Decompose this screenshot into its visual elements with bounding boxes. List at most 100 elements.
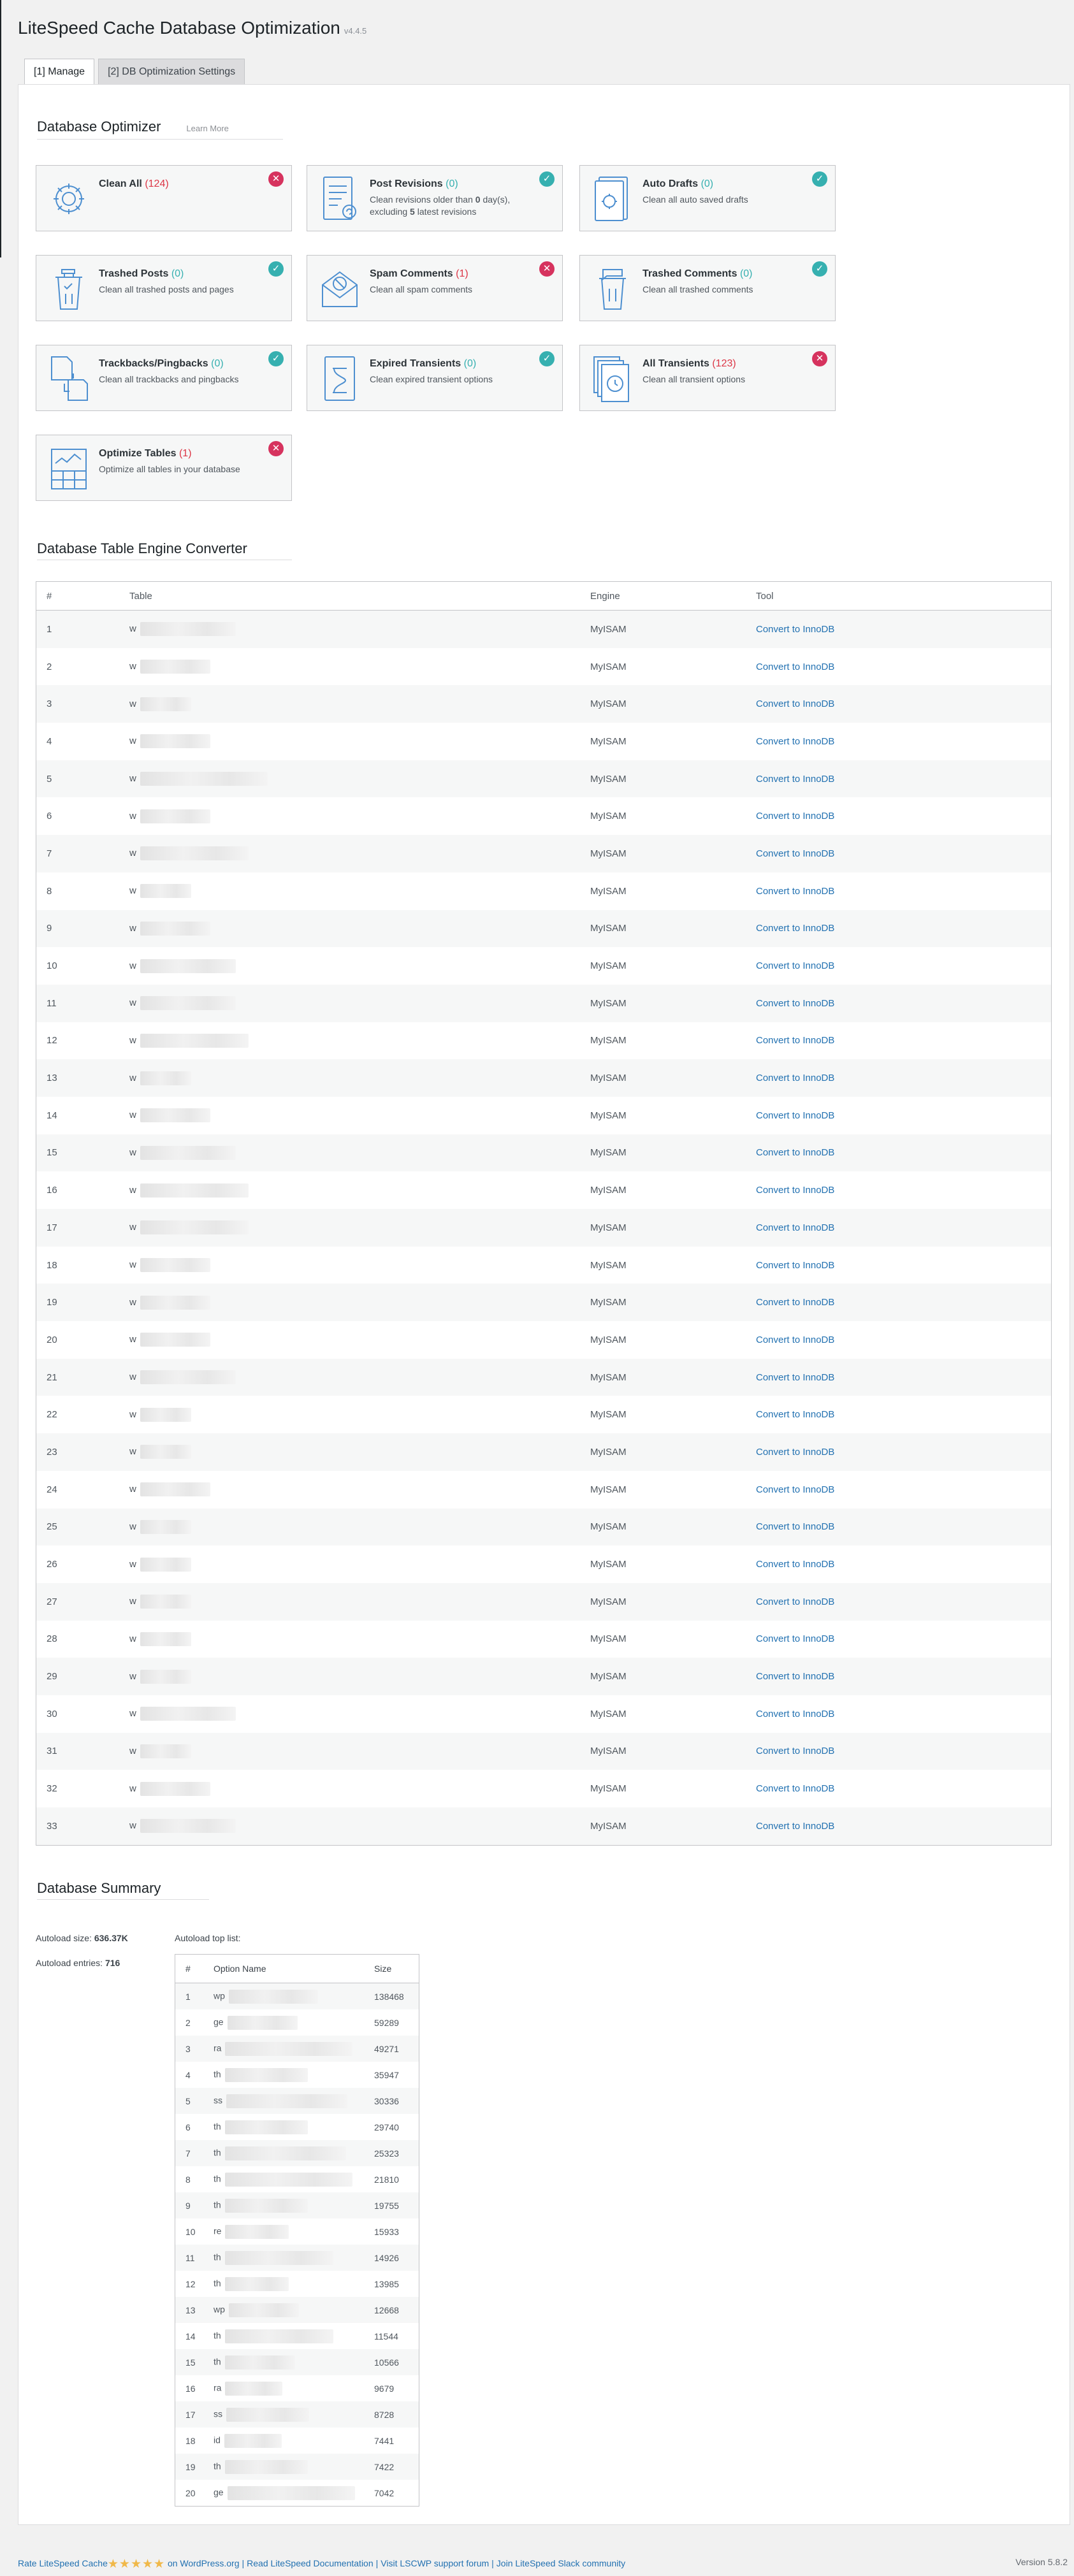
redacted-option-name bbox=[224, 2276, 289, 2291]
convert-to-innodb-link[interactable]: Convert to InnoDB bbox=[756, 1633, 834, 1644]
convert-to-innodb-link[interactable]: Convert to InnoDB bbox=[756, 1222, 834, 1233]
convert-to-innodb-link[interactable]: Convert to InnoDB bbox=[756, 1596, 834, 1607]
card-title: Trashed Comments (0) bbox=[642, 268, 753, 279]
optimizer-card-auto-drafts[interactable]: Auto Drafts (0) Clean all auto saved draf… bbox=[579, 165, 836, 231]
autoload-size: Autoload size: 636.37K bbox=[36, 1933, 128, 1943]
star-rating-icon[interactable]: ★★★★★ bbox=[108, 2558, 165, 2571]
card-count: (0) bbox=[463, 358, 477, 369]
option-size: 49271 bbox=[374, 2036, 419, 2062]
optimizer-card-trackbacks-pingbacks[interactable]: Trackbacks/Pingbacks (0) Clean all trackb… bbox=[36, 345, 292, 411]
optimizer-card-expired-transients[interactable]: Expired Transients (0) Clean expired tran… bbox=[307, 345, 563, 411]
table-name: w bbox=[129, 797, 590, 835]
redacted-option-name bbox=[224, 2067, 308, 2082]
convert-to-innodb-link[interactable]: Convert to InnoDB bbox=[756, 736, 834, 747]
col-table: Table bbox=[129, 581, 590, 611]
row-number: 13 bbox=[36, 1059, 129, 1097]
redacted-option-name bbox=[224, 2433, 282, 2448]
table-row: 16 w MyISAM Convert to InnoDB bbox=[36, 1171, 1052, 1209]
table-name: w bbox=[129, 909, 590, 948]
tab-db-optimization-settings[interactable]: [2] DB Optimization Settings bbox=[98, 59, 245, 85]
convert-to-innodb-link[interactable]: Convert to InnoDB bbox=[756, 1409, 834, 1420]
support-forum-link[interactable]: Visit LSCWP support forum bbox=[381, 2558, 489, 2568]
table-name: w bbox=[129, 1134, 590, 1172]
option-size: 11544 bbox=[374, 2331, 398, 2341]
row-number: 6 bbox=[47, 811, 52, 822]
convert-to-innodb-link[interactable]: Convert to InnoDB bbox=[756, 1073, 834, 1083]
convert-to-innodb-link[interactable]: Convert to InnoDB bbox=[756, 960, 834, 971]
convert-to-innodb-link[interactable]: Convert to InnoDB bbox=[756, 811, 834, 821]
convert-to-innodb-link[interactable]: Convert to InnoDB bbox=[756, 624, 834, 635]
row-number: 10 bbox=[47, 960, 57, 972]
table-row: 30 w MyISAM Convert to InnoDB bbox=[36, 1695, 1052, 1733]
convert-to-innodb-link[interactable]: Convert to InnoDB bbox=[756, 998, 834, 1009]
convert-to-innodb-link[interactable]: Convert to InnoDB bbox=[756, 886, 834, 897]
convert-to-innodb-link[interactable]: Convert to InnoDB bbox=[756, 848, 834, 859]
engine-value: MyISAM bbox=[590, 1783, 627, 1795]
redacted-option-name bbox=[224, 2329, 333, 2343]
redacted-option-name bbox=[224, 2198, 308, 2213]
table-row: 6 th 29740 bbox=[175, 2114, 419, 2140]
row-number: 19 bbox=[36, 1284, 129, 1322]
optimizer-card-post-revisions[interactable]: Post Revisions (0) Clean revisions older … bbox=[307, 165, 563, 231]
cross-icon: ✕ bbox=[268, 441, 284, 456]
optimizer-card-optimize-tables[interactable]: Optimize Tables (1) Optimize all tables i… bbox=[36, 435, 292, 501]
table-name: w bbox=[129, 1097, 590, 1134]
card-description: Clean all trackbacks and pingbacks bbox=[99, 374, 239, 384]
row-number: 22 bbox=[47, 1409, 57, 1421]
optimizer-card-clean-all[interactable]: Clean All (124) ✕ bbox=[36, 165, 292, 231]
redacted-table-name bbox=[140, 660, 210, 674]
convert-to-innodb-link[interactable]: Convert to InnoDB bbox=[756, 1821, 834, 1832]
convert-to-innodb-link[interactable]: Convert to InnoDB bbox=[756, 1559, 834, 1570]
engine-value: MyISAM bbox=[590, 735, 627, 747]
convert-to-innodb-link[interactable]: Convert to InnoDB bbox=[756, 698, 834, 709]
redacted-table-name bbox=[140, 959, 236, 973]
convert-to-innodb-link[interactable]: Convert to InnoDB bbox=[756, 1260, 834, 1271]
convert-to-innodb-link[interactable]: Convert to InnoDB bbox=[756, 1783, 834, 1794]
optimizer-card-all-transients[interactable]: All Transients (123) Clean all transient … bbox=[579, 345, 836, 411]
convert-to-innodb-link[interactable]: Convert to InnoDB bbox=[756, 1671, 834, 1682]
engine-converter-table: # Table Engine Tool 1 w MyISAM Convert to I… bbox=[36, 581, 1052, 1846]
convert-to-innodb-link[interactable]: Convert to InnoDB bbox=[756, 1035, 834, 1046]
redacted-table-name bbox=[140, 1519, 191, 1534]
learn-more-link[interactable]: Learn More bbox=[186, 124, 228, 133]
cross-icon: ✕ bbox=[268, 171, 284, 187]
optimizer-card-trashed-posts[interactable]: Trashed Posts (0) Clean all trashed posts… bbox=[36, 255, 292, 321]
page-title: LiteSpeed Cache Database Optimization bbox=[18, 18, 340, 38]
convert-to-innodb-link[interactable]: Convert to InnoDB bbox=[756, 1110, 834, 1121]
convert-to-innodb-link[interactable]: Convert to InnoDB bbox=[756, 1335, 834, 1345]
rate-link[interactable]: Rate LiteSpeed Cache bbox=[18, 2558, 108, 2568]
redacted-option-name bbox=[225, 2381, 283, 2396]
table-row: 26 w MyISAM Convert to InnoDB bbox=[36, 1545, 1052, 1583]
tab-manage[interactable]: [1] Manage bbox=[24, 59, 95, 85]
convert-to-innodb-link[interactable]: Convert to InnoDB bbox=[756, 1372, 834, 1383]
redacted-option-name bbox=[225, 2224, 289, 2239]
convert-to-innodb-link[interactable]: Convert to InnoDB bbox=[756, 662, 834, 672]
convert-to-innodb-link[interactable]: Convert to InnoDB bbox=[756, 923, 834, 934]
convert-to-innodb-link[interactable]: Convert to InnoDB bbox=[756, 1447, 834, 1458]
convert-to-innodb-link[interactable]: Convert to InnoDB bbox=[756, 1297, 834, 1308]
optimizer-card-trashed-comments[interactable]: Trashed Comments (0) Clean all trashed co… bbox=[579, 255, 836, 321]
option-name: th bbox=[214, 2323, 374, 2349]
convert-to-innodb-link[interactable]: Convert to InnoDB bbox=[756, 1709, 834, 1719]
convert-to-innodb-link[interactable]: Convert to InnoDB bbox=[756, 1484, 834, 1495]
redacted-table-name bbox=[140, 884, 191, 899]
convert-to-innodb-link[interactable]: Convert to InnoDB bbox=[756, 1147, 834, 1158]
slack-community-link[interactable]: Join LiteSpeed Slack community bbox=[497, 2558, 625, 2568]
optimizer-card-spam-comments[interactable]: Spam Comments (1) Clean all spam comments… bbox=[307, 255, 563, 321]
row-number: 14 bbox=[47, 1110, 57, 1121]
table-name: w bbox=[129, 1321, 590, 1359]
convert-to-innodb-link[interactable]: Convert to InnoDB bbox=[756, 774, 834, 785]
wordpress-org-link[interactable]: on WordPress.org bbox=[168, 2558, 240, 2568]
convert-to-innodb-link[interactable]: Convert to InnoDB bbox=[756, 1185, 834, 1196]
table-row: 3 ra 49271 bbox=[175, 2036, 419, 2062]
check-icon: ✓ bbox=[539, 171, 555, 187]
convert-to-innodb-link[interactable]: Convert to InnoDB bbox=[756, 1746, 834, 1756]
documentation-link[interactable]: Read LiteSpeed Documentation bbox=[247, 2558, 373, 2568]
table-row: 10 w MyISAM Convert to InnoDB bbox=[36, 947, 1052, 985]
card-count: (0) bbox=[446, 178, 458, 189]
engine-value: MyISAM bbox=[590, 1708, 627, 1719]
engine-value: MyISAM bbox=[590, 661, 627, 672]
convert-to-innodb-link[interactable]: Convert to InnoDB bbox=[756, 1521, 834, 1532]
option-name: th bbox=[214, 2140, 374, 2166]
chart-table-icon bbox=[48, 444, 90, 493]
